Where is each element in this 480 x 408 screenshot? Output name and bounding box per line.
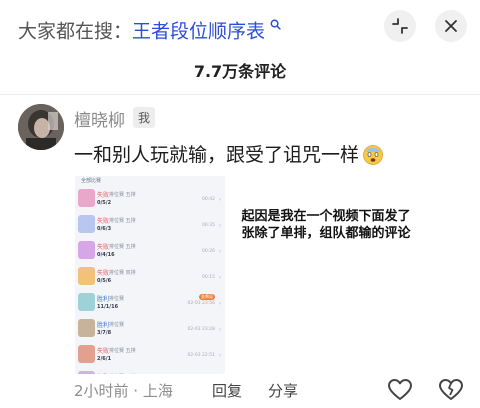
search-prefix: 大家都在搜：	[18, 20, 133, 43]
divider	[0, 94, 480, 95]
match-row[interactable]: 失败 排位赛 五排 0/4/16 00:26 ›	[75, 238, 225, 264]
match-mode: 排位赛 五排	[109, 217, 136, 224]
comment-count: 7.7万条评论	[193, 62, 287, 81]
like-button[interactable]	[387, 377, 413, 403]
match-mode: 排位赛	[109, 295, 125, 302]
search-icon	[266, 19, 281, 33]
match-time: 00:42	[202, 197, 215, 202]
trending-search-link[interactable]: 大家都在搜：王者段位顺序表	[18, 12, 281, 45]
me-tag: 我	[133, 107, 156, 128]
annotation-text: 起因是我在一个视频下面发了张除了单排，组队都输的评论	[241, 209, 411, 241]
hero-avatar	[78, 293, 95, 311]
comment-meta: 2小时前 · 上海	[74, 382, 173, 400]
match-time: 00:26	[202, 249, 215, 254]
match-badge: 金牌局	[199, 294, 215, 300]
search-header: 大家都在搜：王者段位顺序表	[0, 0, 480, 54]
match-time: 00:15	[202, 275, 215, 280]
match-kda: 0/6/3	[97, 226, 112, 232]
match-mode: 排位赛 五排	[109, 243, 136, 250]
match-result: 失败	[97, 348, 110, 355]
match-row[interactable]: 失败 排位赛 五排 0/6/3 00:35 ›	[75, 212, 225, 238]
match-result: 胜利	[97, 296, 110, 303]
match-mode: 排位赛 双排	[109, 269, 136, 276]
hero-avatar	[78, 371, 95, 374]
collapse-icon	[392, 18, 408, 34]
match-result: 失败	[97, 192, 110, 199]
match-result: 胜利	[97, 322, 110, 329]
reply-button[interactable]: 回复	[212, 380, 242, 401]
hero-avatar	[78, 345, 95, 363]
comment-text: 一和别人玩就输，跟受了诅咒一样	[74, 140, 384, 167]
match-mode: 排位赛 五排	[109, 347, 136, 354]
match-time: 02-03 23:56	[187, 301, 215, 306]
match-history-header: 全部比赛	[81, 178, 102, 184]
match-row[interactable]: 失败 排位赛 五排 2/6/1 02-03 22:51 ›	[75, 342, 225, 368]
match-kda: 3/7/8	[97, 330, 112, 336]
scared-face-emoji	[362, 143, 384, 165]
match-time: 02-03 22:51	[187, 353, 215, 358]
match-kda: 2/6/1	[97, 356, 112, 362]
match-row[interactable]: 失败 排位赛 五排 0/5/2 00:42 ›	[75, 186, 225, 212]
match-result: 失败	[97, 270, 110, 277]
search-query[interactable]: 王者段位顺序表	[132, 20, 265, 42]
hero-avatar	[78, 267, 95, 285]
chevron-right-icon: ›	[218, 222, 221, 229]
chevron-right-icon: ›	[218, 196, 221, 203]
match-result: 失败	[97, 244, 110, 251]
hero-avatar	[78, 189, 95, 207]
match-result: 失败	[97, 372, 109, 374]
match-kda: 0/5/6	[97, 278, 112, 284]
close-button[interactable]	[435, 10, 467, 42]
match-history-image[interactable]: 全部比赛 失败 排位赛 五排 0/5/2 00:42 › 失败 排位赛 五排 0/6/3 00:…	[75, 176, 225, 374]
match-mode: 排位赛 五排	[109, 373, 136, 375]
match-mode: 排位赛 五排	[109, 191, 136, 198]
chevron-right-icon: ›	[218, 326, 221, 333]
match-kda: 0/5/2	[97, 200, 112, 206]
match-kda: 11/1/16	[97, 304, 119, 310]
match-mode: 排位赛	[109, 321, 125, 328]
match-row[interactable]: 失败排位赛 五排	[75, 368, 225, 374]
broken-heart-icon	[439, 379, 463, 400]
match-row[interactable]: 失败 排位赛 双排 0/5/6 00:15 ›	[75, 264, 225, 290]
username[interactable]: 檀晓柳	[74, 106, 125, 131]
heart-icon	[388, 379, 412, 400]
hero-avatar	[78, 241, 95, 259]
collapse-button[interactable]	[384, 10, 416, 42]
match-row[interactable]: 胜利 排位赛 11/1/16 金牌局 02-03 23:56 ›	[75, 290, 225, 316]
hero-avatar	[78, 215, 95, 233]
chevron-right-icon: ›	[218, 248, 221, 255]
chevron-right-icon: ›	[218, 300, 221, 307]
chevron-right-icon: ›	[218, 274, 221, 281]
close-icon	[445, 20, 457, 32]
avatar[interactable]	[18, 104, 64, 150]
match-list: 失败 排位赛 五排 0/5/2 00:42 › 失败 排位赛 五排 0/6/3 00:35 › 失败…	[75, 186, 225, 374]
comment-body: 一和别人玩就输，跟受了诅咒一样	[74, 144, 360, 166]
share-button[interactable]: 分享	[268, 380, 298, 401]
match-result: 失败	[97, 218, 110, 225]
hero-avatar	[78, 319, 95, 337]
match-time: 00:35	[202, 223, 215, 228]
match-kda: 0/4/16	[97, 252, 115, 258]
match-time: 02-03 23:28	[187, 327, 215, 332]
dislike-button[interactable]	[438, 377, 464, 403]
match-row[interactable]: 胜利 排位赛 3/7/8 02-03 23:28 ›	[75, 316, 225, 342]
chevron-right-icon: ›	[218, 352, 221, 359]
